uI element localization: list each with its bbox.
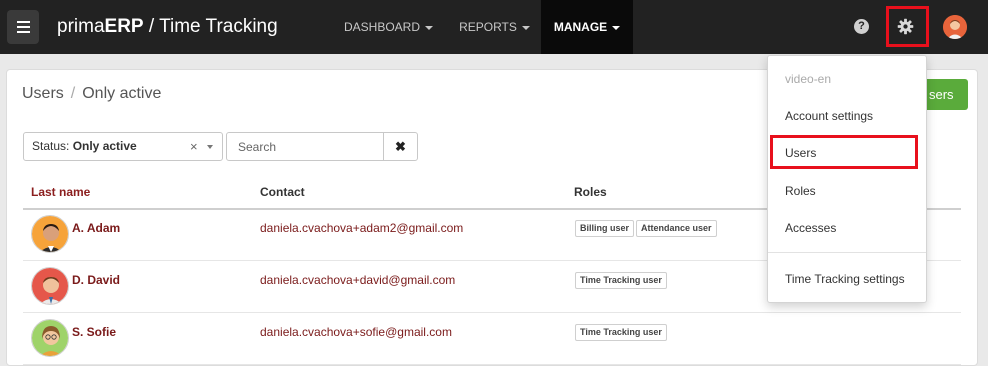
nav-reports[interactable]: REPORTS	[450, 0, 539, 54]
status-filter-prefix: Status:	[32, 139, 73, 153]
nav-dashboard-label: DASHBOARD	[343, 20, 420, 34]
user-name[interactable]: D. David	[72, 273, 120, 287]
brand-bold: ERP	[104, 16, 144, 37]
row-divider	[23, 364, 961, 365]
role-badge: Attendance user	[636, 220, 717, 237]
breadcrumb-current: Only active	[82, 85, 162, 102]
top-navbar: primaERP / Time Tracking DASHBOARD REPOR…	[0, 0, 988, 54]
role-badge: Time Tracking user	[575, 324, 667, 341]
menu-item-accesses[interactable]: Accesses	[785, 221, 836, 235]
role-badge: Time Tracking user	[575, 272, 667, 289]
add-users-button[interactable]: sers	[920, 79, 968, 110]
menu-icon[interactable]	[7, 10, 39, 44]
help-icon[interactable]: ?	[854, 19, 869, 34]
status-filter-value: Only active	[72, 139, 137, 153]
brand-suffix: / Time Tracking	[143, 16, 278, 37]
user-email[interactable]: daniela.cvachova+adam2@gmail.com	[260, 221, 463, 235]
column-header-roles: Roles	[574, 185, 607, 199]
dropdown-divider	[768, 252, 926, 253]
search-clear-button[interactable]: ✖	[383, 132, 418, 161]
caret-down-icon	[521, 25, 530, 30]
user-name[interactable]: A. Adam	[72, 221, 120, 235]
breadcrumb: Users / Only active	[22, 85, 161, 103]
menu-item-account-settings[interactable]: Account settings	[785, 109, 873, 123]
settings-dropdown-menu: video-en Account settings Users Roles Ac…	[767, 55, 927, 303]
nav-reports-label: REPORTS	[459, 20, 517, 34]
users-highlight-box	[770, 135, 918, 169]
menu-item-roles[interactable]: Roles	[785, 184, 816, 198]
app-brand[interactable]: primaERP / Time Tracking	[57, 16, 278, 38]
nav-manage-label: MANAGE	[553, 20, 608, 34]
breadcrumb-users[interactable]: Users	[22, 85, 64, 102]
nav-dashboard[interactable]: DASHBOARD	[336, 0, 441, 54]
user-email[interactable]: daniela.cvachova+david@gmail.com	[260, 273, 455, 287]
gear-highlight-box	[886, 6, 929, 47]
avatar	[31, 215, 69, 253]
chevron-down-icon[interactable]	[207, 145, 213, 149]
role-badge: Billing user	[575, 220, 635, 237]
avatar[interactable]	[943, 15, 967, 39]
brand-prefix: prima	[57, 16, 105, 37]
column-header-last-name[interactable]: Last name	[31, 185, 90, 199]
user-name[interactable]: S. Sofie	[72, 325, 116, 339]
status-clear-icon[interactable]: ×	[190, 133, 198, 160]
avatar	[31, 267, 69, 305]
user-email[interactable]: daniela.cvachova+sofie@gmail.com	[260, 325, 452, 339]
caret-down-icon	[612, 25, 621, 30]
status-filter-select[interactable]: Status: Only active ×	[23, 132, 223, 161]
menu-item-time-tracking-settings[interactable]: Time Tracking settings	[785, 272, 905, 286]
breadcrumb-separator: /	[70, 85, 76, 102]
column-header-contact: Contact	[260, 185, 305, 199]
caret-down-icon	[425, 25, 433, 30]
avatar	[31, 319, 69, 357]
nav-manage[interactable]: MANAGE	[541, 0, 633, 54]
row-divider	[23, 312, 961, 313]
dropdown-header: video-en	[785, 72, 832, 86]
search-input[interactable]	[226, 132, 384, 161]
